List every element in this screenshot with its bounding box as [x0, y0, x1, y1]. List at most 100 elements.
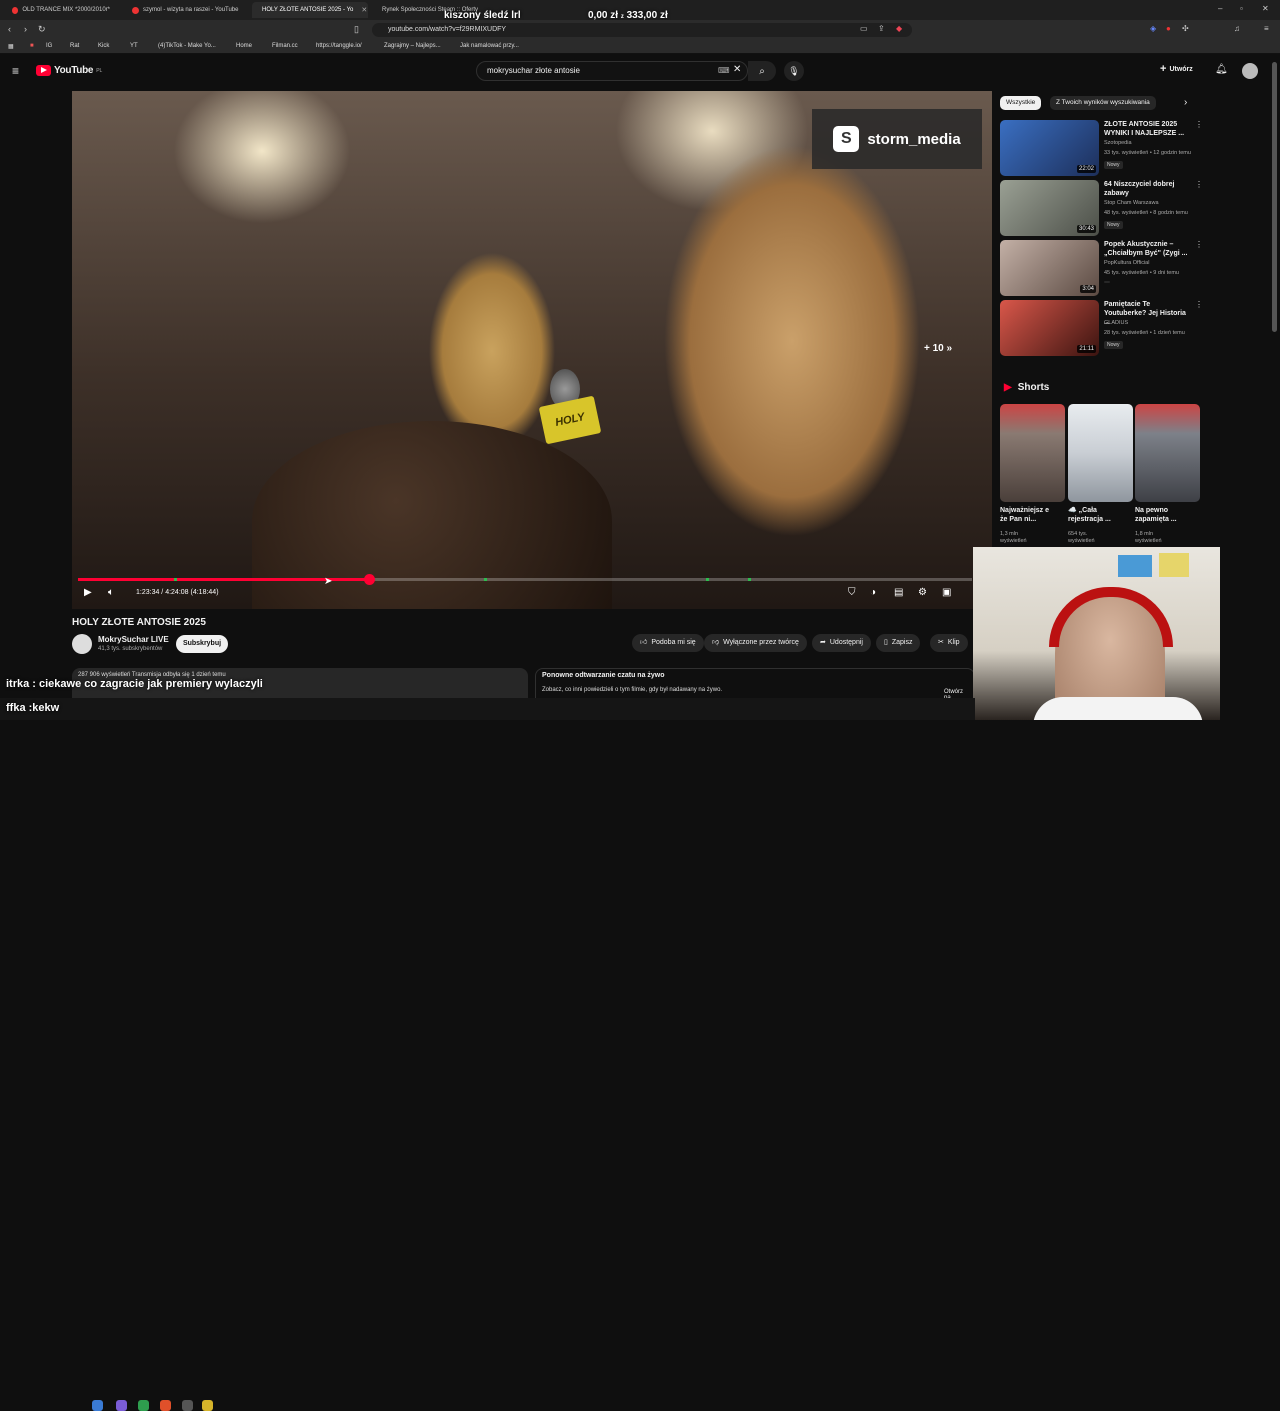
- obs-icon[interactable]: [182, 1400, 193, 1411]
- more-options-icon[interactable]: ⋮: [1195, 180, 1203, 189]
- save-bookmark-icon: ▯: [884, 639, 888, 646]
- tab-old-trance[interactable]: OLD TRANCE MIX *2000/2010r*: [6, 2, 116, 18]
- youtube-logo[interactable]: YouTube PL: [36, 65, 102, 76]
- dislike-button[interactable]: 👎︎ Wyłączone przez twórcę: [704, 634, 807, 652]
- close-window-icon[interactable]: ✕: [1262, 4, 1269, 13]
- recommendation-item[interactable]: 21:11 Pamiętacie Te Youtuberke? Jej Hist…: [1000, 300, 1203, 358]
- volume-icon[interactable]: 🔈︎: [108, 587, 114, 598]
- chips-next-icon[interactable]: ›: [1184, 97, 1187, 108]
- bookmark-rat[interactable]: Rat: [70, 43, 79, 49]
- scissors-icon: ✂: [938, 639, 944, 646]
- url-field[interactable]: youtube.com/watch?v=f29RMIXUDFY: [372, 23, 912, 37]
- minimize-icon[interactable]: –: [1218, 4, 1222, 13]
- progress-scrubber[interactable]: [363, 574, 375, 585]
- record-icon[interactable]: ●: [1166, 24, 1171, 33]
- notifications-bell-icon[interactable]: 🔔︎: [1215, 64, 1228, 75]
- taskbar-app-icon[interactable]: [92, 1400, 103, 1411]
- more-options-icon[interactable]: ⋮: [1195, 300, 1203, 309]
- music-icon[interactable]: ♫: [1234, 24, 1240, 33]
- forward-icon[interactable]: ›: [24, 24, 27, 34]
- subtitles-icon[interactable]: ▤: [894, 587, 903, 598]
- short-thumbnail[interactable]: [1068, 404, 1133, 502]
- bookmark-kick[interactable]: Kick: [98, 43, 109, 49]
- video-player[interactable]: HOLY Sstorm_media + 10 »: [72, 91, 992, 609]
- bookmark-jak-namalowac[interactable]: Jak namalować przy...: [460, 43, 519, 49]
- discord-icon[interactable]: [116, 1400, 127, 1411]
- subscriber-count: 41,3 tys. subskrybentów: [98, 646, 163, 652]
- brave-shield-icon[interactable]: ◆: [896, 24, 902, 33]
- autoplay-toggle-icon[interactable]: ◑: [870, 587, 876, 598]
- puzzle-icon[interactable]: ✣: [1182, 24, 1189, 33]
- notes-icon[interactable]: [202, 1400, 213, 1411]
- menu-icon[interactable]: ≡: [1264, 24, 1269, 33]
- maximize-icon[interactable]: ▫: [1240, 4, 1243, 13]
- short-thumbnail[interactable]: [1000, 404, 1065, 502]
- shorts-logo-icon: ▶: [1004, 382, 1012, 393]
- microphone-flag: HOLY: [538, 395, 602, 445]
- tab-szymol[interactable]: szymol - wizyta na raszei - YouTube: [126, 2, 246, 18]
- bookmark-ig[interactable]: IG: [46, 43, 52, 49]
- address-bar-row: ‹ › ↻ ▯ youtube.com/watch?v=f29RMIXUDFY …: [0, 20, 1280, 40]
- youtube-play-logo-icon: [36, 65, 51, 76]
- hamburger-menu-icon[interactable]: ≡: [12, 64, 19, 78]
- brave-icon[interactable]: [160, 1400, 171, 1411]
- channel-avatar[interactable]: [72, 634, 92, 654]
- back-icon[interactable]: ‹: [8, 24, 11, 34]
- bookmarks-bar: ▦ ■ IG Rat Kick YT (4)TikTok - Make Yo..…: [0, 40, 1280, 54]
- share-button[interactable]: ➦ Udostępnij: [812, 634, 871, 652]
- play-icon[interactable]: ▶: [84, 587, 92, 598]
- reload-icon[interactable]: ↻: [38, 24, 46, 35]
- avatar[interactable]: [1242, 63, 1258, 79]
- page-scrollbar[interactable]: [1272, 62, 1277, 332]
- bookmark-tiktok[interactable]: (4)TikTok - Make Yo...: [158, 43, 216, 49]
- bookmark-zagrajmy[interactable]: Zagrajmy – Najleps...: [384, 43, 441, 49]
- chrome-icon[interactable]: [138, 1400, 149, 1411]
- short-title[interactable]: ☁️ „Cała rejestracja ...: [1068, 506, 1126, 524]
- recommendation-item[interactable]: 30:43 64 Niszczyciel dobrej zabawy Stop …: [1000, 180, 1203, 238]
- bookmark-icon[interactable]: ▯: [354, 24, 359, 35]
- chip-all[interactable]: Wszystkie: [1000, 96, 1042, 110]
- bookmark-folder-icon[interactable]: ■: [30, 43, 34, 49]
- like-button[interactable]: 👍︎ Podoba mi się: [632, 634, 704, 652]
- bookmark-yt[interactable]: YT: [130, 43, 138, 49]
- player-controls: ▶ 🔈︎ 1:23:34 / 4:24:08 (4:18:44) ⛉ ◑ ▤ ⚙…: [72, 585, 992, 605]
- share-arrow-icon: ➦: [820, 639, 826, 646]
- search-button[interactable]: ⌕: [748, 61, 776, 81]
- tab-holy-zlote-antosie[interactable]: HOLY ZŁOTE ANTOSIE 2025 - Yo ✕: [252, 2, 368, 18]
- more-options-icon[interactable]: ⋮: [1195, 120, 1203, 129]
- apps-icon[interactable]: ▦: [8, 43, 14, 50]
- channel-name[interactable]: MokrySuchar LIVE: [98, 635, 169, 644]
- shield-icon[interactable]: ⛉: [848, 587, 856, 598]
- chip-from-search[interactable]: Z Twoich wyników wyszukiwania: [1050, 96, 1156, 110]
- recommendation-item[interactable]: 22:02 ZŁOTE ANTOSIE 2025 WYNIKI I NAJLEP…: [1000, 120, 1203, 178]
- more-options-icon[interactable]: ⋮: [1195, 240, 1203, 249]
- close-tab-icon[interactable]: ✕: [361, 6, 367, 14]
- bookmark-home[interactable]: Home: [236, 43, 252, 49]
- recommendation-thumbnail: 22:02: [1000, 120, 1099, 176]
- chapter-marker: [748, 578, 751, 581]
- save-button[interactable]: ▯ Zapisz: [876, 634, 921, 652]
- miniplayer-icon[interactable]: ▣: [942, 587, 951, 598]
- screen-icon[interactable]: ▭: [860, 24, 868, 33]
- video-title: HOLY ZŁOTE ANTOSIE 2025: [72, 617, 206, 628]
- thumb-up-icon: 👍︎: [640, 639, 648, 646]
- voice-search-button[interactable]: 🎙︎: [784, 61, 804, 81]
- chapter-marker: [706, 578, 709, 581]
- clip-button[interactable]: ✂ Klip: [930, 634, 968, 652]
- bookmark-filman[interactable]: Filman.cc: [272, 43, 298, 49]
- extension-icon[interactable]: ◈: [1150, 24, 1156, 33]
- short-title[interactable]: Na pewno zapamięta ...: [1135, 506, 1193, 524]
- subscribe-button[interactable]: Subskrybuj: [176, 635, 228, 653]
- short-title[interactable]: Najważniejsz e że Pan ni...: [1000, 506, 1058, 524]
- progress-bar[interactable]: [78, 574, 972, 585]
- keyboard-icon[interactable]: ⌨: [718, 66, 730, 75]
- chapter-marker: [174, 578, 177, 581]
- search-input[interactable]: mokrysuchar złote antosie: [476, 61, 748, 81]
- share-icon[interactable]: ⇪: [878, 24, 885, 33]
- clear-search-icon[interactable]: ✕: [733, 64, 741, 75]
- bookmark-tanggle[interactable]: https://tanggle.io/: [316, 43, 362, 49]
- recommendation-item[interactable]: 3:04 Popek Akustycznie – „Chciałbym Być"…: [1000, 240, 1203, 298]
- settings-gear-icon[interactable]: ⚙: [918, 587, 927, 598]
- short-thumbnail[interactable]: [1135, 404, 1200, 502]
- create-button[interactable]: + Utwórz: [1160, 63, 1193, 75]
